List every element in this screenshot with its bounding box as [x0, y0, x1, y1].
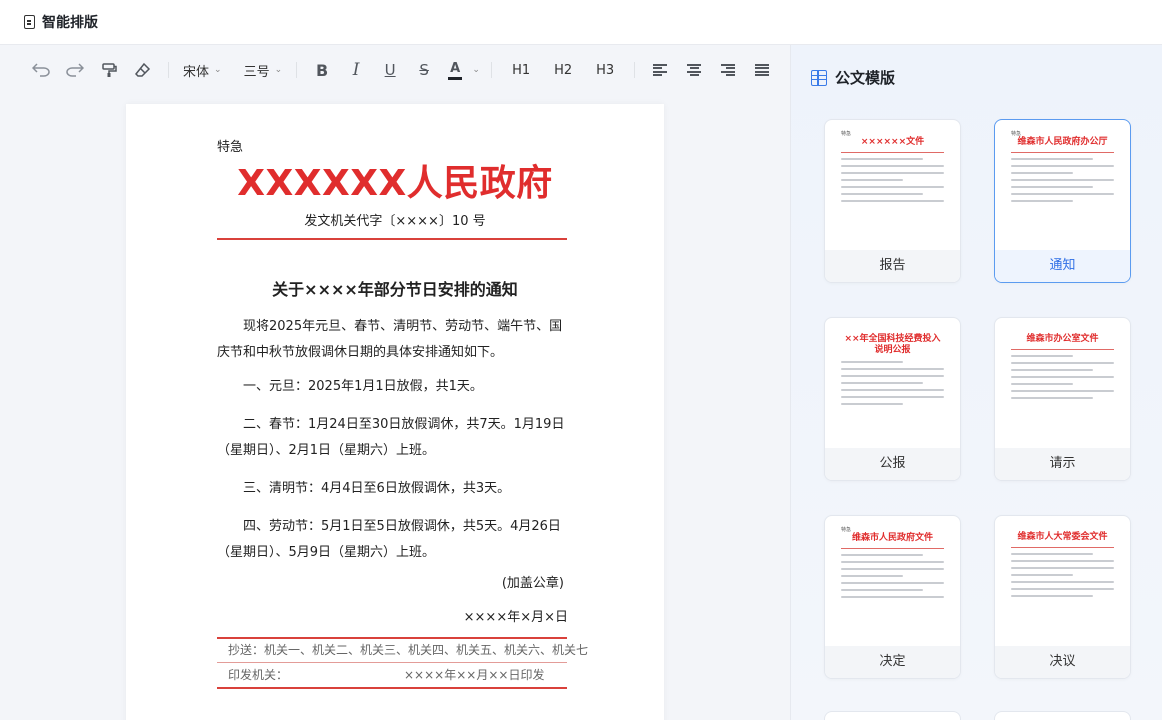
italic-button[interactable]: I [339, 56, 373, 84]
toolbar-separator [296, 62, 298, 78]
template-card-partial[interactable] [994, 711, 1131, 720]
cc-list: 抄送：机关一、机关二、机关三、机关四、机关五、机关六、机关七 [228, 643, 589, 657]
template-card-decision[interactable]: 特急 维森市人民政府文件 决定 [824, 515, 961, 679]
text-color-letter: A [450, 60, 461, 76]
template-card-resolution[interactable]: 维森市人大常委会文件 决议 [994, 515, 1131, 679]
thumbnail-header: 维森市人民政府办公厅 [1017, 137, 1108, 147]
sidebar-header: 公文模版 [811, 67, 895, 88]
red-divider [217, 238, 567, 240]
thumbnail-header: 维森市人大常委会文件 [1017, 532, 1108, 542]
seal-note: (加盖公章) [501, 576, 564, 591]
template-label: 通知 [995, 250, 1130, 282]
format-painter-icon[interactable] [92, 56, 126, 84]
document-icon [24, 15, 35, 29]
heading1-button[interactable]: H1 [500, 56, 542, 84]
align-justify-icon[interactable] [745, 56, 779, 84]
template-card-notice[interactable]: 特急 维森市人民政府办公厅 通知 [994, 119, 1131, 283]
font-family-select[interactable]: 宋体 ⌄ [177, 56, 228, 84]
template-grid-icon [811, 69, 827, 86]
toolbar-separator [168, 62, 169, 78]
template-card-partial[interactable] [824, 711, 961, 720]
notice-title: 关于××××年部分节日安排的通知 [272, 280, 518, 299]
heading2-button[interactable]: H2 [542, 56, 584, 84]
template-thumbnail: 维森市办公室文件 [995, 318, 1130, 450]
toolbar-separator [491, 62, 493, 78]
template-thumbnail: 特急 维森市人民政府文件 [825, 516, 960, 648]
print-agency-label: 印发机关： [228, 668, 289, 682]
thumbnail-header: ××××××文件 [860, 137, 925, 147]
urgency-label: 特急 [217, 140, 244, 155]
template-thumbnail: 特急 ××××××文件 [825, 120, 960, 252]
thin-divider [217, 662, 567, 663]
align-center-icon[interactable] [677, 56, 711, 84]
document-page[interactable]: 特急 XXXXXX人民政府 发文机关代字〔××××〕10 号 关于××××年部分… [126, 104, 664, 720]
chevron-down-icon[interactable]: ⌄ [469, 56, 483, 84]
document-number: 发文机关代字〔××××〕10 号 [304, 214, 486, 229]
strikethrough-button[interactable]: S [407, 56, 441, 84]
undo-icon[interactable] [24, 56, 58, 84]
chevron-down-icon: ⌄ [274, 65, 283, 75]
item-paragraph: 四、劳动节：5月1日至5日放假调休，共5天。4月26日（星期日）、5月9日（星期… [217, 519, 561, 560]
chevron-down-icon: ⌄ [214, 65, 222, 75]
app-title: 智能排版 [42, 15, 98, 31]
template-label: 报告 [825, 250, 960, 282]
align-right-icon[interactable] [711, 56, 745, 84]
formatting-toolbar: 宋体 ⌄ 三号 ⌄ B I U S A ⌄ H1 H2 H3 [0, 45, 790, 95]
title-bar: 智能排版 [0, 0, 1162, 45]
template-thumbnail: 特急 维森市人民政府办公厅 [995, 120, 1130, 252]
font-family-value: 宋体 [183, 64, 210, 80]
underline-button[interactable]: U [373, 56, 407, 84]
template-thumbnail: 维森市人大常委会文件 [995, 516, 1130, 648]
font-size-value: 三号 [243, 64, 270, 80]
template-label: 决定 [825, 646, 960, 678]
item-paragraph: 一、元旦：2025年1月1日放假，共1天。 [243, 379, 483, 394]
thumbnail-header: 维森市人民政府文件 [851, 533, 933, 543]
template-card-bulletin[interactable]: ××年全国科技经费投入说明公报 公报 [824, 317, 961, 481]
item-paragraph: 三、清明节：4月4日至6日放假调休，共3天。 [243, 481, 511, 496]
thumbnail-header: 维森市办公室文件 [1026, 334, 1099, 344]
editor-area: 宋体 ⌄ 三号 ⌄ B I U S A ⌄ H1 H2 H3 特急 XXXXXX… [0, 45, 790, 720]
align-left-icon[interactable] [643, 56, 677, 84]
eraser-icon[interactable] [126, 56, 160, 84]
item-paragraph: 二、春节：1月24日至30日放假调休，共7天。1月19日（星期日）、2月1日（星… [217, 417, 565, 458]
template-label: 决议 [995, 646, 1130, 678]
template-card-request[interactable]: 维森市办公室文件 请示 [994, 317, 1131, 481]
thumbnail-header: ××年全国科技经费投入说明公报 [844, 334, 941, 355]
font-size-select[interactable]: 三号 ⌄ [238, 56, 289, 84]
template-thumbnail: ××年全国科技经费投入说明公报 [825, 318, 960, 450]
heading3-button[interactable]: H3 [584, 56, 626, 84]
toolbar-separator [634, 62, 636, 78]
bold-button[interactable]: B [305, 56, 339, 84]
intro-paragraph: 现将2025年元旦、春节、清明节、劳动节、端午节、国庆节和中秋节放假调休日期的具… [217, 319, 563, 360]
issue-date: ××××年×月×日 [463, 610, 568, 625]
sidebar-title: 公文模版 [835, 69, 896, 87]
text-color-swatch [448, 76, 463, 80]
red-divider [217, 637, 567, 639]
text-color-button[interactable]: A [441, 56, 469, 84]
issuer-title: XXXXXX人民政府 [237, 163, 553, 204]
redo-icon[interactable] [58, 56, 92, 84]
template-label: 公报 [825, 448, 960, 480]
red-divider [217, 687, 567, 689]
template-label: 请示 [995, 448, 1130, 480]
template-sidebar: 公文模版 特急 ××××××文件 报告 特急 维森市人民政府办公厅 通知 ××年… [790, 45, 1162, 720]
print-date: ××××年××月××日印发 [404, 668, 545, 682]
template-card-report[interactable]: 特急 ××××××文件 报告 [824, 119, 961, 283]
